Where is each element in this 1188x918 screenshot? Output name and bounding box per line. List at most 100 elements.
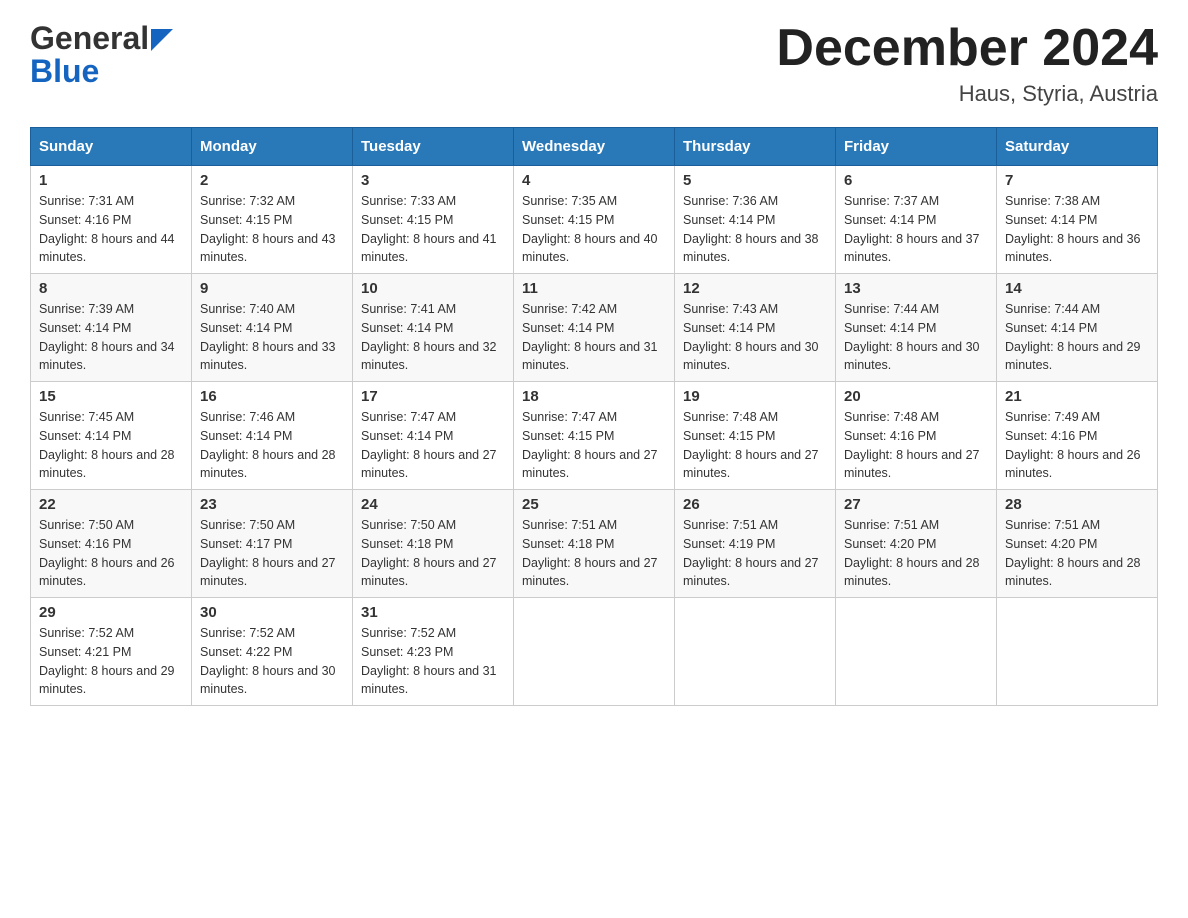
day-number: 30	[200, 604, 344, 621]
calendar-week-2: 8Sunrise: 7:39 AMSunset: 4:14 PMDaylight…	[31, 274, 1158, 382]
calendar-cell: 30 Sunrise: 7:52 AMSunset: 4:22 PMDayligh…	[192, 598, 353, 706]
calendar-cell: 16 Sunrise: 7:46 AMSunset: 4:14 PMDayligh…	[192, 382, 353, 490]
calendar-cell: 17Sunrise: 7:47 AMSunset: 4:14 PMDayligh…	[353, 382, 514, 490]
calendar-cell: 8Sunrise: 7:39 AMSunset: 4:14 PMDaylight…	[31, 274, 192, 382]
calendar-cell: 18 Sunrise: 7:47 AMSunset: 4:15 PMDayligh…	[514, 382, 675, 490]
day-info: Sunrise: 7:46 AMSunset: 4:14 PMDaylight:…	[200, 408, 344, 483]
calendar-cell	[997, 598, 1158, 706]
day-number: 5	[683, 172, 827, 189]
calendar-cell: 21 Sunrise: 7:49 AMSunset: 4:16 PMDayligh…	[997, 382, 1158, 490]
day-info: Sunrise: 7:50 AMSunset: 4:18 PMDaylight:…	[361, 516, 505, 591]
day-info: Sunrise: 7:37 AMSunset: 4:14 PMDaylight:…	[844, 192, 988, 267]
day-info: Sunrise: 7:49 AMSunset: 4:16 PMDaylight:…	[1005, 408, 1149, 483]
day-number: 23	[200, 496, 344, 513]
calendar-table: SundayMondayTuesdayWednesdayThursdayFrid…	[30, 127, 1158, 706]
day-number: 12	[683, 280, 827, 297]
calendar-cell: 14Sunrise: 7:44 AMSunset: 4:14 PMDayligh…	[997, 274, 1158, 382]
calendar-cell: 2Sunrise: 7:32 AMSunset: 4:15 PMDaylight…	[192, 166, 353, 274]
day-info: Sunrise: 7:44 AMSunset: 4:14 PMDaylight:…	[1005, 300, 1149, 375]
calendar-cell: 13 Sunrise: 7:44 AMSunset: 4:14 PMDayligh…	[836, 274, 997, 382]
day-number: 4	[522, 172, 666, 189]
calendar-cell: 19 Sunrise: 7:48 AMSunset: 4:15 PMDayligh…	[675, 382, 836, 490]
day-info: Sunrise: 7:50 AMSunset: 4:16 PMDaylight:…	[39, 516, 183, 591]
day-number: 26	[683, 496, 827, 513]
calendar-cell: 9Sunrise: 7:40 AMSunset: 4:14 PMDaylight…	[192, 274, 353, 382]
calendar-cell: 1 Sunrise: 7:31 AMSunset: 4:16 PMDaylight…	[31, 166, 192, 274]
day-number: 19	[683, 388, 827, 405]
calendar-cell: 27 Sunrise: 7:51 AMSunset: 4:20 PMDayligh…	[836, 490, 997, 598]
weekday-header-wednesday: Wednesday	[514, 128, 675, 166]
logo-text-blue: Blue	[30, 53, 99, 90]
day-info: Sunrise: 7:36 AMSunset: 4:14 PMDaylight:…	[683, 192, 827, 267]
day-number: 3	[361, 172, 505, 189]
day-number: 17	[361, 388, 505, 405]
day-number: 16	[200, 388, 344, 405]
calendar-cell: 23 Sunrise: 7:50 AMSunset: 4:17 PMDayligh…	[192, 490, 353, 598]
calendar-cell: 29 Sunrise: 7:52 AMSunset: 4:21 PMDayligh…	[31, 598, 192, 706]
calendar-cell: 28 Sunrise: 7:51 AMSunset: 4:20 PMDayligh…	[997, 490, 1158, 598]
calendar-cell	[675, 598, 836, 706]
day-info: Sunrise: 7:50 AMSunset: 4:17 PMDaylight:…	[200, 516, 344, 591]
day-info: Sunrise: 7:31 AMSunset: 4:16 PMDaylight:…	[39, 192, 183, 267]
day-info: Sunrise: 7:33 AMSunset: 4:15 PMDaylight:…	[361, 192, 505, 267]
weekday-header-tuesday: Tuesday	[353, 128, 514, 166]
calendar-cell: 25 Sunrise: 7:51 AMSunset: 4:18 PMDayligh…	[514, 490, 675, 598]
calendar-cell: 5 Sunrise: 7:36 AMSunset: 4:14 PMDaylight…	[675, 166, 836, 274]
day-info: Sunrise: 7:51 AMSunset: 4:19 PMDaylight:…	[683, 516, 827, 591]
day-info: Sunrise: 7:51 AMSunset: 4:20 PMDaylight:…	[844, 516, 988, 591]
day-number: 25	[522, 496, 666, 513]
day-number: 27	[844, 496, 988, 513]
day-info: Sunrise: 7:52 AMSunset: 4:21 PMDaylight:…	[39, 624, 183, 699]
day-number: 18	[522, 388, 666, 405]
weekday-header-sunday: Sunday	[31, 128, 192, 166]
weekday-header-row: SundayMondayTuesdayWednesdayThursdayFrid…	[31, 128, 1158, 166]
day-info: Sunrise: 7:35 AMSunset: 4:15 PMDaylight:…	[522, 192, 666, 267]
day-info: Sunrise: 7:40 AMSunset: 4:14 PMDaylight:…	[200, 300, 344, 375]
day-info: Sunrise: 7:48 AMSunset: 4:16 PMDaylight:…	[844, 408, 988, 483]
day-info: Sunrise: 7:47 AMSunset: 4:15 PMDaylight:…	[522, 408, 666, 483]
day-info: Sunrise: 7:44 AMSunset: 4:14 PMDaylight:…	[844, 300, 988, 375]
calendar-cell: 3 Sunrise: 7:33 AMSunset: 4:15 PMDaylight…	[353, 166, 514, 274]
day-number: 20	[844, 388, 988, 405]
day-number: 24	[361, 496, 505, 513]
weekday-header-saturday: Saturday	[997, 128, 1158, 166]
logo-text-general: General	[30, 20, 149, 57]
calendar-cell: 12 Sunrise: 7:43 AMSunset: 4:14 PMDayligh…	[675, 274, 836, 382]
day-info: Sunrise: 7:48 AMSunset: 4:15 PMDaylight:…	[683, 408, 827, 483]
day-number: 21	[1005, 388, 1149, 405]
logo-arrow-icon	[151, 29, 173, 51]
day-number: 8	[39, 280, 183, 297]
calendar-cell: 7Sunrise: 7:38 AMSunset: 4:14 PMDaylight…	[997, 166, 1158, 274]
title-block: December 2024 Haus, Styria, Austria	[776, 20, 1158, 107]
day-number: 6	[844, 172, 988, 189]
day-info: Sunrise: 7:43 AMSunset: 4:14 PMDaylight:…	[683, 300, 827, 375]
page-header: General Blue December 2024 Haus, Styria,…	[30, 20, 1158, 107]
day-number: 31	[361, 604, 505, 621]
day-info: Sunrise: 7:51 AMSunset: 4:20 PMDaylight:…	[1005, 516, 1149, 591]
day-info: Sunrise: 7:52 AMSunset: 4:22 PMDaylight:…	[200, 624, 344, 699]
weekday-header-thursday: Thursday	[675, 128, 836, 166]
calendar-cell: 11 Sunrise: 7:42 AMSunset: 4:14 PMDayligh…	[514, 274, 675, 382]
day-info: Sunrise: 7:42 AMSunset: 4:14 PMDaylight:…	[522, 300, 666, 375]
calendar-cell	[836, 598, 997, 706]
calendar-week-3: 15Sunrise: 7:45 AMSunset: 4:14 PMDayligh…	[31, 382, 1158, 490]
day-info: Sunrise: 7:51 AMSunset: 4:18 PMDaylight:…	[522, 516, 666, 591]
calendar-week-4: 22Sunrise: 7:50 AMSunset: 4:16 PMDayligh…	[31, 490, 1158, 598]
day-number: 11	[522, 280, 666, 297]
calendar-title: December 2024	[776, 20, 1158, 77]
day-number: 7	[1005, 172, 1149, 189]
day-number: 29	[39, 604, 183, 621]
day-info: Sunrise: 7:32 AMSunset: 4:15 PMDaylight:…	[200, 192, 344, 267]
day-info: Sunrise: 7:45 AMSunset: 4:14 PMDaylight:…	[39, 408, 183, 483]
calendar-cell: 24 Sunrise: 7:50 AMSunset: 4:18 PMDayligh…	[353, 490, 514, 598]
calendar-week-5: 29 Sunrise: 7:52 AMSunset: 4:21 PMDayligh…	[31, 598, 1158, 706]
calendar-cell: 26 Sunrise: 7:51 AMSunset: 4:19 PMDayligh…	[675, 490, 836, 598]
calendar-cell: 22Sunrise: 7:50 AMSunset: 4:16 PMDayligh…	[31, 490, 192, 598]
calendar-cell: 15Sunrise: 7:45 AMSunset: 4:14 PMDayligh…	[31, 382, 192, 490]
day-info: Sunrise: 7:52 AMSunset: 4:23 PMDaylight:…	[361, 624, 505, 699]
day-number: 28	[1005, 496, 1149, 513]
calendar-cell	[514, 598, 675, 706]
day-number: 13	[844, 280, 988, 297]
day-number: 1	[39, 172, 183, 189]
logo: General Blue	[30, 20, 173, 90]
